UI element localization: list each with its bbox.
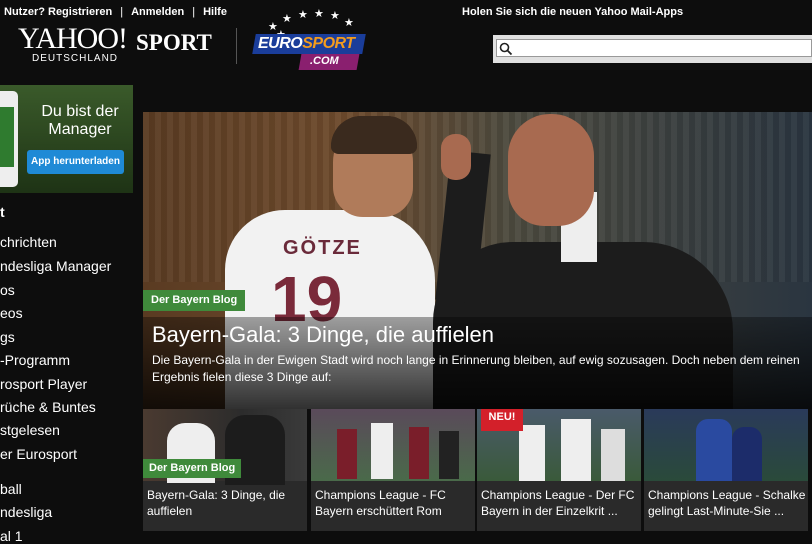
nav-heading: t <box>0 204 5 220</box>
manager-app-promo[interactable]: Du bist der Manager App herunterladen <box>0 85 133 193</box>
shirt-name: GÖTZE <box>283 237 362 259</box>
svg-text:★: ★ <box>298 9 308 21</box>
yahoo-wordmark: YAHOO! <box>18 22 128 55</box>
nav-item-nachrichten[interactable]: chrichten <box>0 234 57 250</box>
separator: | <box>192 6 196 18</box>
thumb-image <box>311 409 475 481</box>
nav-item-fussball[interactable]: ball <box>0 481 22 497</box>
svg-text:★: ★ <box>282 13 292 25</box>
nav-item-kurioses[interactable]: rüche & Buntes <box>0 399 96 415</box>
thumb-caption: Champions League - Der FC Bayern in der … <box>481 488 635 518</box>
svg-text:★: ★ <box>314 8 324 20</box>
nav-item-videos[interactable]: eos <box>0 305 23 321</box>
com-text: .COM <box>310 55 339 67</box>
nav-item-tv-programm[interactable]: -Programm <box>0 352 70 368</box>
thumb-badge: Der Bayern Blog <box>143 459 242 478</box>
eurosport-wordmark: EUROSPORT <box>258 35 355 53</box>
login-link[interactable]: Anmelden <box>131 6 184 18</box>
thumb-card[interactable]: Champions League - Schalke gelingt Last-… <box>644 409 808 531</box>
thumb-card[interactable]: Champions League - FC Bayern erschüttert… <box>311 409 475 531</box>
thumb-caption: Bayern-Gala: 3 Dinge, die auffielen <box>147 488 286 518</box>
thumb-card[interactable]: Der Bayern Blog Bayern-Gala: 3 Dinge, di… <box>143 409 307 531</box>
hero-category-badge[interactable]: Der Bayern Blog <box>143 290 246 311</box>
country-label: DEUTSCHLAND <box>32 53 119 64</box>
search-icon[interactable] <box>499 42 513 56</box>
search-input[interactable] <box>496 39 812 57</box>
svg-text:★: ★ <box>330 10 340 22</box>
nav-item-fotos[interactable]: os <box>0 282 15 298</box>
nav-item-meistgelesen[interactable]: stgelesen <box>0 422 60 438</box>
nav-item-blogs[interactable]: gs <box>0 329 15 345</box>
euro-text: EURO <box>258 35 303 52</box>
nav-item-eurosport-player[interactable]: rosport Player <box>0 376 87 392</box>
article-thumbnails: Der Bayern Blog Bayern-Gala: 3 Dinge, di… <box>143 409 812 531</box>
phone-image <box>0 91 18 187</box>
thumb-caption: Champions League - Schalke gelingt Last-… <box>648 488 806 518</box>
search-bar <box>493 35 812 63</box>
eurosport-logo[interactable]: ★ ★ ★ ★ ★ ★ ★ EUROSPORT .COM <box>252 8 366 74</box>
thumb-image <box>644 409 808 481</box>
sport-wordmark: SPORT <box>136 30 212 55</box>
nav-item-bundesliga-manager[interactable]: ndesliga Manager <box>0 258 111 274</box>
new-badge: NEU! <box>481 409 523 431</box>
account-links: Nutzer? Registrieren | Anmelden | Hilfe <box>4 6 227 18</box>
app-download-button[interactable]: App herunterladen <box>27 150 124 174</box>
mail-apps-link[interactable]: Holen Sie sich die neuen Yahoo Mail-Apps <box>462 6 683 18</box>
sport-text: SPORT <box>302 35 355 52</box>
nav-item-liga[interactable]: al 1 <box>0 528 23 544</box>
yahoo-sport-logo[interactable]: YAHOO! SPORT DEUTSCHLAND <box>18 22 214 66</box>
logo-divider <box>236 28 237 64</box>
hero-title[interactable]: Bayern-Gala: 3 Dinge, die auffielen <box>152 322 494 348</box>
separator: | <box>120 6 124 18</box>
hero-description: Die Bayern-Gala in der Ewigen Stadt wird… <box>152 353 800 384</box>
help-link[interactable]: Hilfe <box>203 6 227 18</box>
svg-text:★: ★ <box>344 17 354 29</box>
thumb-card[interactable]: NEU! Champions League - Der FC Bayern in… <box>477 409 641 531</box>
nav-item-ueber-eurosport[interactable]: er Eurosport <box>0 446 77 462</box>
promo-title: Du bist der Manager <box>41 103 119 138</box>
thumb-caption: Champions League - FC Bayern erschüttert… <box>315 488 446 518</box>
nav-item-bundesliga[interactable]: ndesliga <box>0 504 52 520</box>
register-link[interactable]: Nutzer? Registrieren <box>4 6 112 18</box>
